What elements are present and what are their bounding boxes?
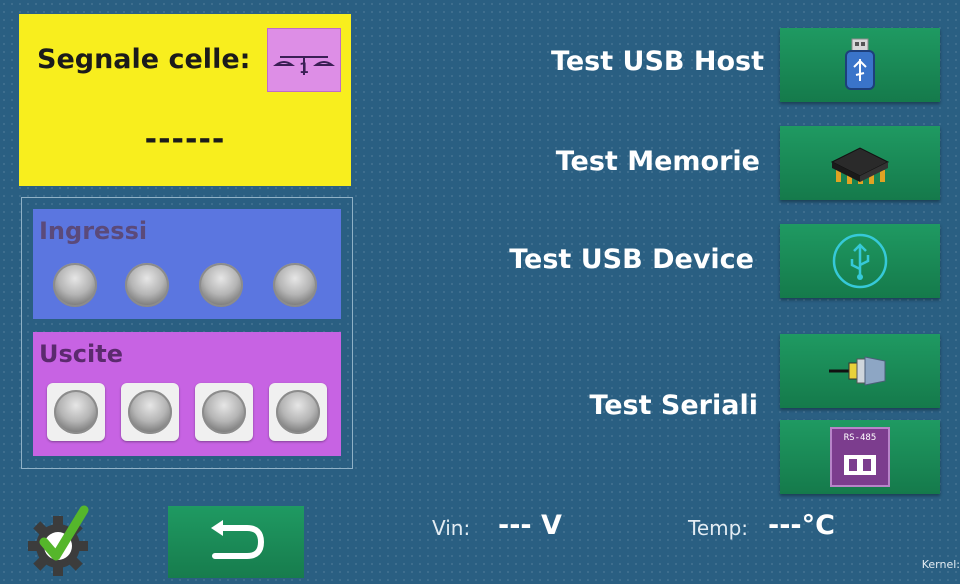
test-memorie-label: Test Memorie bbox=[555, 146, 760, 177]
test-usb-device-label: Test USB Device bbox=[509, 244, 754, 275]
cell-signal-label: Segnale celle: bbox=[37, 44, 251, 75]
vin-label: Vin: bbox=[432, 516, 471, 540]
usb-stick-icon bbox=[845, 38, 875, 90]
test-usb-device-button[interactable] bbox=[780, 224, 940, 298]
output-led-2 bbox=[128, 390, 172, 434]
output-led-1 bbox=[54, 390, 98, 434]
rs485-text: RS-485 bbox=[843, 433, 877, 443]
test-serial-rs232-button[interactable] bbox=[780, 334, 940, 408]
output-toggle-3[interactable] bbox=[195, 383, 253, 441]
cell-signal-value: ------ bbox=[144, 122, 226, 157]
input-led-3 bbox=[199, 263, 243, 307]
test-memorie-button[interactable] bbox=[780, 126, 940, 200]
test-usb-host-button[interactable] bbox=[780, 28, 940, 102]
memory-chip-icon bbox=[830, 147, 890, 184]
input-led-1 bbox=[53, 263, 97, 307]
scale-icon[interactable]: 1 bbox=[267, 28, 341, 92]
settings-check-icon[interactable] bbox=[22, 496, 106, 580]
inputs-block: Ingressi bbox=[33, 209, 341, 319]
rs485-icon: RS-485 bbox=[830, 427, 890, 487]
output-led-4 bbox=[276, 390, 320, 434]
back-button[interactable] bbox=[168, 506, 304, 578]
temp-value: ---°C bbox=[768, 510, 835, 541]
io-panel: Ingressi Uscite bbox=[21, 197, 353, 469]
vin-value: --- V bbox=[498, 510, 562, 541]
output-toggle-2[interactable] bbox=[121, 383, 179, 441]
outputs-title: Uscite bbox=[39, 340, 123, 368]
outputs-block: Uscite bbox=[33, 332, 341, 456]
test-usb-host-label: Test USB Host bbox=[551, 46, 764, 77]
back-arrow-icon bbox=[211, 520, 265, 559]
output-toggle-4[interactable] bbox=[269, 383, 327, 441]
input-led-2 bbox=[125, 263, 169, 307]
input-led-4 bbox=[273, 263, 317, 307]
kernel-label: Kernel: bbox=[921, 558, 960, 571]
inputs-title: Ingressi bbox=[39, 217, 148, 245]
output-toggle-1[interactable] bbox=[47, 383, 105, 441]
temp-label: Temp: bbox=[688, 516, 749, 540]
scale-icon-number: 1 bbox=[299, 61, 309, 77]
test-seriali-label: Test Seriali bbox=[589, 390, 758, 421]
usb-symbol-icon bbox=[832, 233, 888, 289]
test-serial-rs485-button[interactable]: RS-485 bbox=[780, 420, 940, 494]
cell-signal-panel: Segnale celle: 1 ------ bbox=[19, 14, 351, 186]
output-led-3 bbox=[202, 390, 246, 434]
serial-connector-icon bbox=[829, 356, 886, 386]
